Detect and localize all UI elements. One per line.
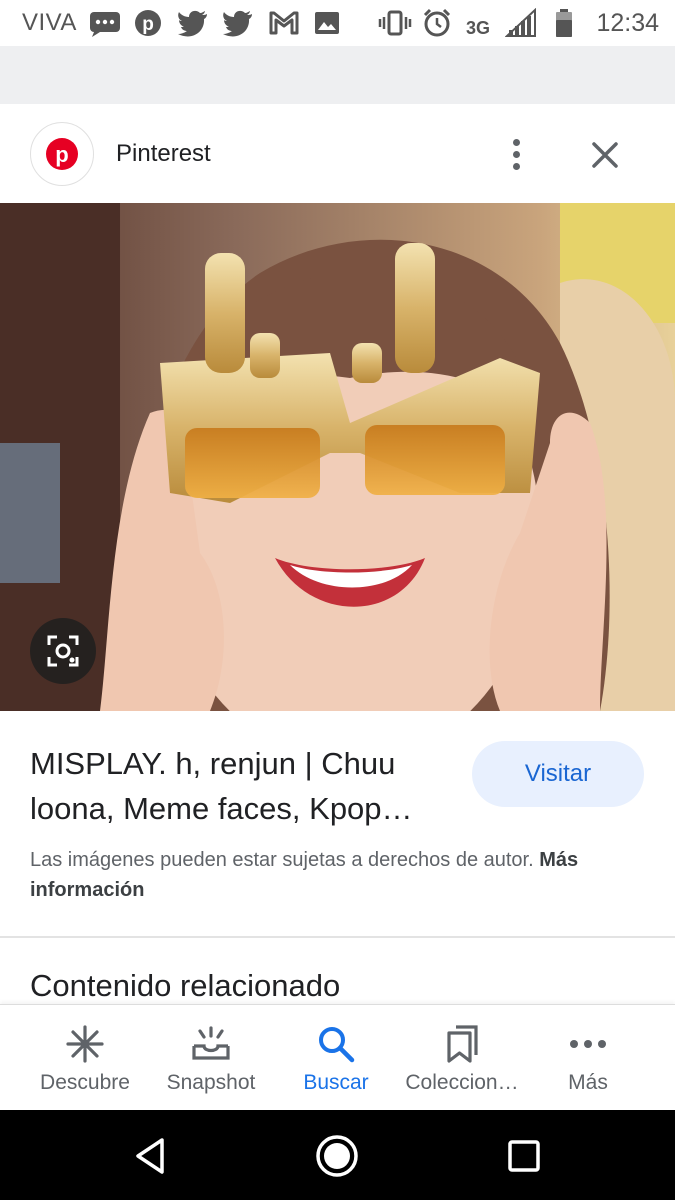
source-name[interactable]: Pinterest [116,140,211,168]
recents-button[interactable] [500,1132,548,1180]
network-type-label: 3G [466,18,491,38]
source-header: p Pinterest [0,104,675,203]
more-horizontal-icon [568,1023,608,1065]
copyright-text: Las imágenes pueden estar sujetas a dere… [30,849,534,871]
back-icon [136,1138,164,1174]
system-navigation-bar [0,1110,675,1200]
result-image-illustration [0,203,675,711]
svg-text:p: p [142,14,154,35]
battery-icon [553,8,575,38]
nav-search[interactable]: Buscar [271,1023,401,1103]
dot [512,138,520,146]
copyright-notice: Las imágenes pueden estar sujetas a dere… [30,845,650,905]
nav-label: Más [568,1071,608,1094]
status-bar: VIVA p 3G 12:34 [0,0,675,46]
twitter-icon [177,8,209,38]
dot [512,162,520,170]
top-spacer [0,46,675,104]
close-button[interactable] [586,136,624,174]
dot [512,150,520,158]
alarm-icon [422,8,452,38]
asterisk-icon [65,1023,105,1065]
lens-icon [47,635,79,667]
gallery-icon [313,8,341,38]
more-options-button[interactable] [498,134,534,174]
svg-text:p: p [55,142,68,167]
nav-label: Snapshot [166,1071,256,1094]
clock-time: 12:34 [596,9,659,37]
back-button[interactable] [126,1132,174,1180]
divider [0,936,675,938]
nav-label: Descubre [40,1071,130,1094]
gmail-icon [268,8,300,38]
related-content-heading: Contenido relacionado [30,968,341,1003]
close-icon [592,142,618,168]
signal-icon [505,8,537,38]
nav-discover[interactable]: Descubre [20,1023,150,1103]
result-image[interactable] [0,203,675,711]
pinterest-logo-icon[interactable]: p [30,122,94,186]
nav-label: Coleccion… [405,1071,519,1094]
visit-button[interactable]: Visitar [472,741,644,807]
result-title[interactable]: MISPLAY. h, renjun | Chuu loona, Meme fa… [30,741,450,831]
nav-more[interactable]: Más [523,1023,653,1103]
messages-icon [88,8,122,38]
home-button[interactable] [313,1132,361,1180]
nav-collections[interactable]: Coleccion… [397,1023,527,1103]
bottom-navigation: Descubre Snapshot Buscar Coleccion… Más [0,1004,675,1111]
search-icon [316,1023,356,1065]
nav-label: Buscar [303,1071,369,1094]
twitter-icon [222,8,254,38]
pinterest-icon: p [133,8,163,38]
google-lens-button[interactable] [30,618,96,684]
vibrate-icon [378,8,412,38]
carrier-label: VIVA [22,9,77,36]
nav-snapshot[interactable]: Snapshot [146,1023,276,1103]
collections-icon [442,1023,482,1065]
recents-icon [508,1140,540,1172]
snapshot-icon [190,1023,232,1065]
home-icon [316,1135,358,1177]
